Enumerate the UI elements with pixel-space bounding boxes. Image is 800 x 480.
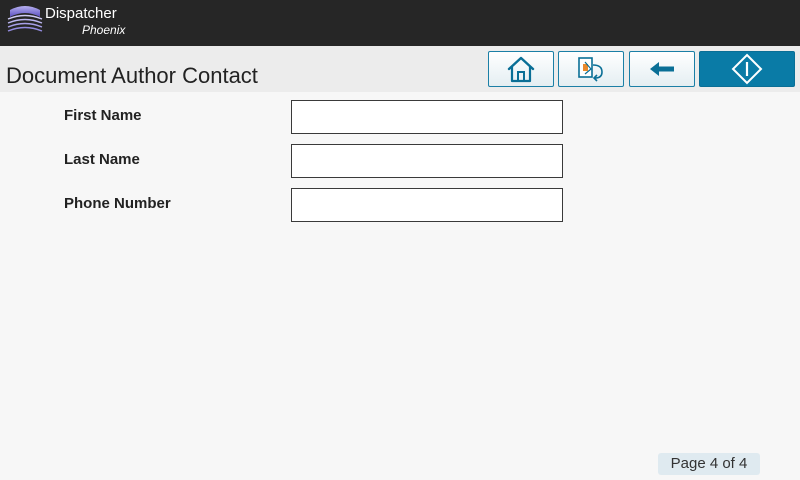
brand-name: Dispatcher	[45, 5, 117, 22]
first-name-label: First Name	[64, 107, 142, 124]
first-name-field[interactable]	[291, 100, 563, 134]
phone-number-field[interactable]	[291, 188, 563, 222]
last-name-label: Last Name	[64, 151, 140, 168]
back-button[interactable]	[629, 51, 695, 87]
phone-number-label: Phone Number	[64, 195, 171, 212]
page-indicator: Page 4 of 4	[658, 453, 760, 475]
top-bar: Dispatcher Phoenix	[0, 0, 800, 46]
last-name-field[interactable]	[291, 144, 563, 178]
back-arrow-icon	[650, 62, 674, 76]
brand-subtitle: Phoenix	[82, 23, 126, 37]
dispatcher-logo-icon	[7, 6, 43, 32]
home-button[interactable]	[488, 51, 554, 87]
page-title: Document Author Contact	[6, 63, 258, 88]
start-button[interactable]	[699, 51, 795, 87]
document-return-icon	[578, 57, 603, 82]
home-icon	[507, 56, 535, 83]
start-diamond-icon	[731, 53, 763, 85]
app-logo: Dispatcher Phoenix	[6, 3, 136, 43]
document-return-button[interactable]	[558, 51, 624, 87]
